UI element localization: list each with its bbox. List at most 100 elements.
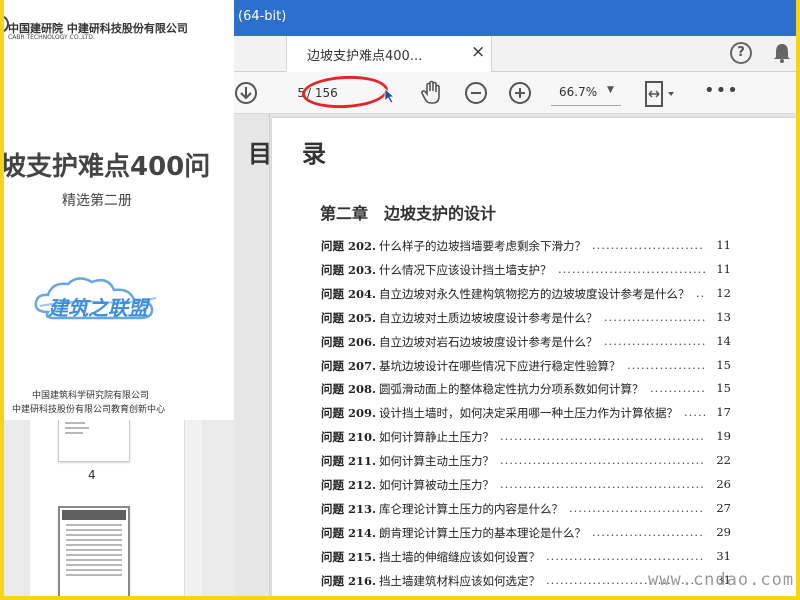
toc-entry-page: 27	[716, 500, 731, 515]
toc-entry-leader: ........................................…	[684, 405, 705, 420]
toc-entry-leader: ........................................…	[500, 429, 705, 444]
toc-entry-question: 什么情况下应该设计挡土墙支护？	[379, 262, 552, 277]
toc-entry-leader: ........................................…	[627, 357, 705, 372]
cover-subtitle: 精选第二册	[62, 193, 132, 209]
toc-entry-question: 设计挡土墙时，如何决定采用哪一种土压力作为计算依据？	[379, 406, 678, 421]
toc-entry-page: 26	[716, 477, 731, 491]
toc-entry-page: 12	[716, 285, 731, 300]
toc-entry-number: 问题 214.	[321, 525, 377, 540]
brand-text: 建筑之联盟	[48, 296, 148, 320]
toc-entry-page: 29	[716, 524, 731, 539]
toc-entry-question: 如何计算被动土压力？	[379, 478, 494, 492]
toc-entry-question: 如何计算静止土压力？	[379, 430, 494, 445]
toc-entry-number: 问题 202.	[321, 239, 377, 253]
toc-entry-page: 11	[716, 261, 731, 276]
toc-entry-question: 挡土墙建筑材料应该如何选定？	[379, 573, 540, 588]
toc-title: 目录	[248, 140, 356, 168]
zoom-select[interactable]: 66.7% ▼	[551, 80, 621, 106]
chevron-down-icon: ▼	[607, 85, 614, 95]
toc-entry-page: 14	[716, 333, 731, 348]
toc-entry-number: 问题 212.	[321, 478, 377, 492]
toc-entry-number: 问题 205.	[321, 310, 377, 325]
zoom-out-icon[interactable]	[464, 81, 488, 105]
toc-entry-number: 问题 211.	[321, 454, 377, 469]
toc-entry[interactable]: 问题 208. 圆弧滑动面上的整体稳定性抗力分项系数如何计算？..........…	[321, 379, 731, 399]
toc-entry[interactable]: 问题 212. 如何计算被动土压力？.......................…	[321, 475, 731, 495]
cursor-icon	[384, 88, 396, 104]
thumbnail-label: 4	[88, 468, 96, 482]
toc-entry-leader: ........................................…	[592, 524, 705, 539]
toc-entry-leader: ........................................…	[604, 333, 705, 348]
more-icon[interactable]: •••	[704, 80, 739, 101]
cover-title: 坡支护难点400问	[0, 152, 211, 182]
toc-entry[interactable]: 问题 203. 什么情况下应该设计挡土墙支护？..................…	[321, 260, 731, 280]
cover-logo-english: CABR TECHNOLOGY CO.,LTD.	[8, 34, 95, 41]
toc-entry-page: 17	[716, 405, 731, 420]
window-title: (64-bit)	[238, 9, 287, 24]
toc-entry-question: 自立边坡对永久性建构筑物挖方的边坡坡度设计参考是什么？	[379, 286, 690, 301]
toc-entry-leader: ........................................…	[569, 500, 705, 515]
toc-entry-question: 如何计算主动土压力？	[379, 454, 494, 469]
toc-entry-page: 11	[716, 238, 731, 252]
toc-entry[interactable]: 问题 210. 如何计算静止土压力？.......................…	[321, 427, 731, 447]
toc-entry[interactable]: 问题 205. 自立边坡对土质边坡坡度设计参考是什么？..............…	[321, 308, 731, 328]
toc-entry-number: 问题 209.	[321, 406, 377, 421]
toc-entry-number: 问题 208.	[321, 382, 377, 397]
toc-entry[interactable]: 问题 213. 库仑理论计算土压力的内容是什么？.................…	[321, 499, 731, 519]
tab-bar: 边坡支护难点400... × ?	[234, 36, 800, 72]
download-icon[interactable]	[234, 81, 258, 105]
toc-entry-page: 31	[716, 548, 731, 563]
toc-entry-page: 15	[716, 357, 731, 372]
toc-entry-leader: ........................................…	[696, 285, 705, 300]
toc-entry-number: 问题 207.	[321, 358, 377, 373]
zoom-level: 66.7%	[559, 85, 598, 99]
toc-entry-question: 朗肯理论计算土压力的基本理论是什么？	[379, 525, 586, 540]
cover-image: 中国建研院 中建研科技股份有限公司 CABR TECHNOLOGY CO.,LT…	[0, 0, 234, 420]
toc-entry[interactable]: 问题 209.设计挡土墙时，如何决定采用哪一种土压力作为计算依据？.......…	[321, 403, 731, 423]
toc-entry-page: 15	[716, 381, 731, 396]
toc-entry-number: 问题 215.	[321, 549, 377, 564]
toc-entry[interactable]: 问题 202. 什么样子的边坡挡墙要考虑剩余下滑力？...............…	[321, 236, 731, 256]
toc-entry-page: 13	[716, 309, 731, 324]
toc-entry-leader: ........................................…	[604, 309, 705, 324]
toc-entry[interactable]: 问题 206. 自立边坡对岩石边坡坡度设计参考是什么？..............…	[321, 332, 731, 352]
tab-label: 边坡支护难点400...	[307, 49, 423, 64]
tab-document[interactable]: 边坡支护难点400... ×	[286, 36, 492, 72]
thumbnail-page-5[interactable]	[58, 506, 130, 600]
toc-entry-leader: ........................................…	[650, 381, 705, 396]
close-icon[interactable]: ×	[471, 42, 485, 62]
toc-entry-leader: ........................................…	[500, 453, 705, 468]
toc-entry-question: 什么样子的边坡挡墙要考虑剩余下滑力？	[379, 239, 586, 253]
toc-entry-number: 问题 213.	[321, 501, 377, 516]
cover-org-line2: 中建研科技股份有限公司教育创新中心	[12, 405, 166, 415]
toc-entry-question: 圆弧滑动面上的整体稳定性抗力分项系数如何计算？	[379, 382, 644, 397]
watermark-text: www.cndao.com	[648, 570, 795, 590]
toc-entry-leader: ........................................…	[558, 261, 705, 276]
toc-entry[interactable]: 问题 215. 挡土墙的伸缩缝应该如何设置？...................…	[321, 547, 731, 567]
toc-entry-number: 问题 203.	[321, 262, 377, 277]
toc-entry-page: 22	[716, 453, 731, 468]
toc-entry-question: 挡土墙的伸缩缝应该如何设置？	[379, 549, 540, 564]
toc-entry[interactable]: 问题 214. 朗肯理论计算土压力的基本理论是什么？...............…	[321, 523, 731, 543]
toc-entry-leader: ........................................…	[500, 477, 705, 491]
toc-entry-question: 库仑理论计算土压力的内容是什么？	[379, 501, 563, 516]
toc-entry[interactable]: 问题 207. 基坑边坡设计在哪些情况下应进行稳定性验算？............…	[321, 356, 731, 376]
toc-entry-number: 问题 210.	[321, 430, 377, 445]
document-gutter	[234, 114, 270, 600]
bell-icon[interactable]	[772, 42, 792, 64]
toc-entry-question: 自立边坡对土质边坡坡度设计参考是什么？	[379, 310, 598, 325]
toc-entry-question: 基坑边坡设计在哪些情况下应进行稳定性验算？	[379, 358, 621, 373]
toc-entry[interactable]: 问题 211. 如何计算主动土压力？.......................…	[321, 451, 731, 471]
toc-entry[interactable]: 问题 204.自立边坡对永久性建构筑物挖方的边坡坡度设计参考是什么？......…	[321, 284, 731, 304]
toc-entry-page: 19	[716, 429, 731, 444]
cover-org-line1: 中国建筑科学研究院有限公司	[32, 391, 150, 401]
hand-tool-icon[interactable]	[420, 80, 444, 106]
toc-entry-number: 问题 204.	[321, 286, 377, 301]
toc-entry-number: 问题 216.	[321, 573, 377, 588]
toc-entry-number: 问题 206.	[321, 334, 377, 349]
help-icon[interactable]: ?	[730, 42, 752, 64]
chapter-heading: 第二章 边坡支护的设计	[320, 204, 497, 223]
zoom-in-icon[interactable]	[508, 81, 532, 105]
fit-page-icon[interactable]	[644, 80, 678, 108]
toc-entry-leader: ........................................…	[592, 238, 705, 252]
